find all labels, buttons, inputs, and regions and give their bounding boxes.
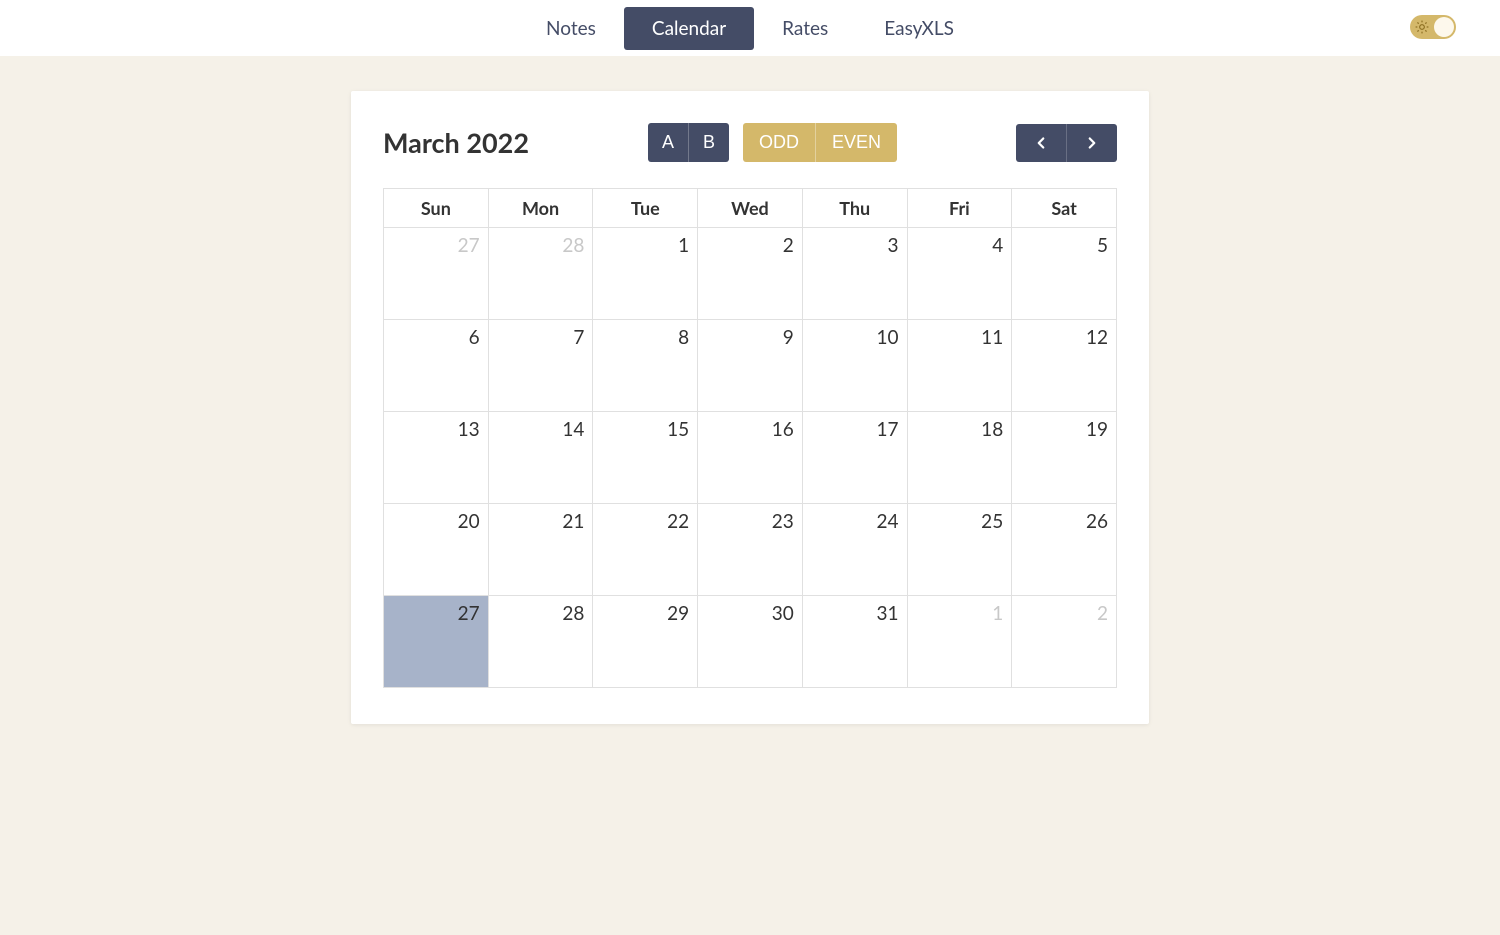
calendar-cell[interactable]: 23	[698, 504, 803, 596]
calendar-cell[interactable]: 2	[698, 228, 803, 320]
calendar-cell[interactable]: 9	[698, 320, 803, 412]
calendar-cell[interactable]: 4	[907, 228, 1012, 320]
calendar-cell[interactable]: 25	[907, 504, 1012, 596]
calendar-cell[interactable]: 26	[1012, 504, 1117, 596]
day-header-thu: Thu	[802, 189, 907, 228]
calendar-row: 20212223242526	[384, 504, 1117, 596]
calendar-row: 13141516171819	[384, 412, 1117, 504]
filter-b-button[interactable]: B	[689, 123, 729, 162]
calendar-cell[interactable]: 14	[488, 412, 593, 504]
calendar-cell[interactable]: 24	[802, 504, 907, 596]
calendar-cell[interactable]: 31	[802, 596, 907, 688]
day-header-sun: Sun	[384, 189, 489, 228]
calendar-cell[interactable]: 20	[384, 504, 489, 596]
filter-a-button[interactable]: A	[648, 123, 689, 162]
toggle-knob	[1434, 17, 1454, 37]
calendar-cell[interactable]: 22	[593, 504, 698, 596]
nav-tabs: Notes Calendar Rates EasyXLS	[518, 7, 982, 50]
calendar-row: 272812345	[384, 228, 1117, 320]
tab-notes[interactable]: Notes	[518, 7, 624, 50]
calendar-header-row: Sun Mon Tue Wed Thu Fri Sat	[384, 189, 1117, 228]
calendar-cell[interactable]: 10	[802, 320, 907, 412]
prev-month-button[interactable]	[1016, 124, 1067, 162]
calendar-cell[interactable]: 8	[593, 320, 698, 412]
calendar-row: 6789101112	[384, 320, 1117, 412]
calendar-cell[interactable]: 7	[488, 320, 593, 412]
calendar-cell[interactable]: 30	[698, 596, 803, 688]
calendar-cell[interactable]: 13	[384, 412, 489, 504]
tab-easyxls[interactable]: EasyXLS	[856, 7, 982, 50]
calendar-grid: Sun Mon Tue Wed Thu Fri Sat 272812345678…	[383, 188, 1117, 688]
calendar-cell[interactable]: 3	[802, 228, 907, 320]
tab-rates[interactable]: Rates	[754, 7, 856, 50]
calendar-cell[interactable]: 16	[698, 412, 803, 504]
sun-icon	[1415, 20, 1429, 34]
calendar-cell[interactable]: 28	[488, 596, 593, 688]
tab-calendar[interactable]: Calendar	[624, 7, 754, 50]
calendar-row: 272829303112	[384, 596, 1117, 688]
calendar-cell[interactable]: 11	[907, 320, 1012, 412]
month-nav-group	[1016, 124, 1117, 162]
calendar-cell[interactable]: 1	[907, 596, 1012, 688]
calendar-cell[interactable]: 29	[593, 596, 698, 688]
chevron-left-icon	[1032, 133, 1050, 153]
topbar: Notes Calendar Rates EasyXLS	[0, 0, 1500, 57]
filter-even-button[interactable]: EVEN	[816, 123, 897, 162]
calendar-card: March 2022 A B ODD EVEN	[351, 91, 1149, 724]
filter-groups: A B ODD EVEN	[648, 123, 897, 162]
calendar-cell[interactable]: 2	[1012, 596, 1117, 688]
filter-ab-group: A B	[648, 123, 729, 162]
calendar-cell[interactable]: 21	[488, 504, 593, 596]
day-header-wed: Wed	[698, 189, 803, 228]
calendar-cell[interactable]: 15	[593, 412, 698, 504]
calendar-cell[interactable]: 18	[907, 412, 1012, 504]
theme-toggle-wrap	[1410, 15, 1456, 39]
calendar-cell[interactable]: 27	[384, 228, 489, 320]
day-header-tue: Tue	[593, 189, 698, 228]
calendar-cell[interactable]: 6	[384, 320, 489, 412]
calendar-cell[interactable]: 17	[802, 412, 907, 504]
calendar-cell[interactable]: 5	[1012, 228, 1117, 320]
calendar-cell[interactable]: 19	[1012, 412, 1117, 504]
chevron-right-icon	[1083, 133, 1101, 153]
day-header-fri: Fri	[907, 189, 1012, 228]
month-title: March 2022	[383, 126, 529, 159]
card-header: March 2022 A B ODD EVEN	[383, 123, 1117, 162]
filter-parity-group: ODD EVEN	[743, 123, 897, 162]
theme-toggle[interactable]	[1410, 15, 1456, 39]
calendar-cell[interactable]: 28	[488, 228, 593, 320]
calendar-cell[interactable]: 1	[593, 228, 698, 320]
calendar-cell[interactable]: 12	[1012, 320, 1117, 412]
calendar-cell[interactable]: 27	[384, 596, 489, 688]
day-header-sat: Sat	[1012, 189, 1117, 228]
day-header-mon: Mon	[488, 189, 593, 228]
filter-odd-button[interactable]: ODD	[743, 123, 816, 162]
next-month-button[interactable]	[1067, 124, 1117, 162]
